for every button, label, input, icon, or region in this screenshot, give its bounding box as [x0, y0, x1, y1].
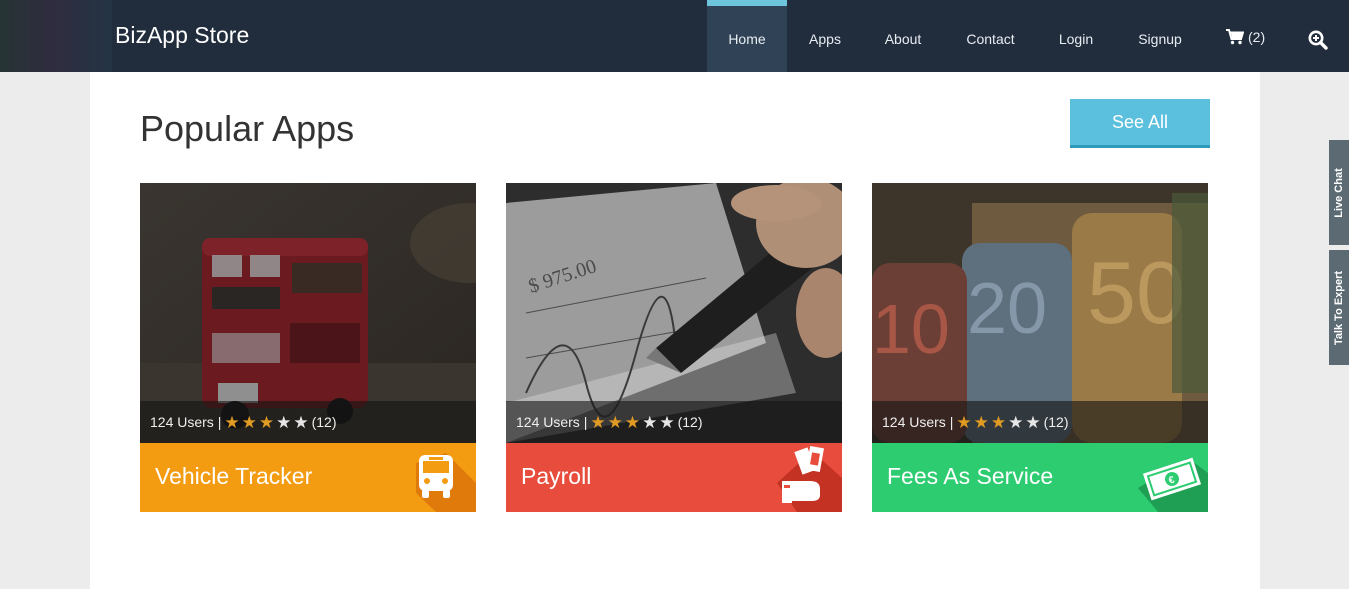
app-meta: 124 Users | ★ ★ ★ ★ ★ (12) — [140, 401, 476, 443]
app-name: Vehicle Tracker — [155, 463, 313, 489]
svg-text:50: 50 — [1087, 243, 1185, 342]
app-footer: Fees As Service € — [872, 443, 1208, 512]
star-filled-icon: ★ — [241, 412, 257, 432]
reviews-count: (12) — [677, 414, 703, 430]
app-meta: 124 Users | ★ ★ ★ ★ ★ (12) — [872, 401, 1208, 443]
page-title: Popular Apps — [140, 108, 355, 149]
app-name: Fees As Service — [887, 463, 1054, 489]
app-name: Payroll — [521, 463, 592, 489]
star-filled-icon: ★ — [990, 412, 1007, 432]
star-empty-icon: ★ — [276, 412, 292, 432]
shopping-cart-icon — [1226, 29, 1244, 45]
star-filled-icon: ★ — [973, 412, 989, 432]
banknote-icon: € — [1138, 457, 1208, 512]
talk-to-expert-tab[interactable]: Talk To Expert — [1329, 250, 1349, 365]
zoom-in-icon — [1308, 30, 1328, 50]
rating-stars: ★ ★ ★ ★ ★ — [590, 414, 674, 431]
talk-to-expert-label: Talk To Expert — [1333, 270, 1345, 345]
top-navbar: BizApp Store Home Apps About Contact Log… — [0, 0, 1349, 72]
svg-text:20: 20 — [967, 269, 1047, 349]
svg-text:10: 10 — [872, 290, 950, 368]
live-chat-label: Live Chat — [1333, 167, 1345, 218]
users-count: 124 Users | — [516, 414, 588, 430]
brand-title[interactable]: BizApp Store — [115, 22, 249, 49]
reviews-count: (12) — [311, 414, 337, 430]
app-footer: Vehicle Tracker — [140, 443, 476, 512]
rating-stars: ★ ★ ★ ★ ★ — [956, 414, 1040, 431]
star-empty-icon: ★ — [1008, 412, 1024, 432]
users-count: 124 Users | — [882, 414, 954, 430]
nav-contact[interactable]: Contact — [954, 0, 1027, 72]
star-filled-icon: ★ — [624, 412, 641, 432]
star-filled-icon: ★ — [224, 412, 240, 432]
nav-home[interactable]: Home — [707, 0, 787, 72]
see-all-button[interactable]: See All — [1070, 99, 1210, 148]
hand-with-money-icon — [777, 445, 842, 512]
cart-count: (2) — [1248, 29, 1266, 45]
nav-signup[interactable]: Signup — [1126, 0, 1194, 72]
app-card-fees-as-service[interactable]: 50 20 10 124 Users | ★ ★ ★ ★ ★ (12) Fees As … — [872, 183, 1208, 512]
star-filled-icon: ★ — [590, 412, 606, 432]
logo-image — [0, 0, 112, 72]
star-filled-icon: ★ — [258, 412, 275, 432]
users-count: 124 Users | — [150, 414, 222, 430]
star-empty-icon: ★ — [293, 412, 309, 432]
live-chat-tab[interactable]: Live Chat — [1329, 140, 1349, 245]
app-footer: Payroll — [506, 443, 842, 512]
nav-login[interactable]: Login — [1047, 0, 1105, 72]
rating-stars: ★ ★ ★ ★ ★ — [224, 414, 308, 431]
app-card-vehicle-tracker[interactable]: 124 Users | ★ ★ ★ ★ ★ (12) Vehicle Tracker — [140, 183, 476, 512]
star-filled-icon: ★ — [607, 412, 623, 432]
nav-about[interactable]: About — [872, 0, 934, 72]
content-panel: Popular Apps See All 124 Users | ★ ★ ★ ★… — [90, 72, 1260, 589]
star-filled-icon: ★ — [956, 412, 972, 432]
app-meta: 124 Users | ★ ★ ★ ★ ★ (12) — [506, 401, 842, 443]
nav-apps[interactable]: Apps — [795, 0, 855, 72]
star-empty-icon: ★ — [1025, 412, 1041, 432]
star-empty-icon: ★ — [642, 412, 658, 432]
reviews-count: (12) — [1043, 414, 1069, 430]
bus-icon — [416, 453, 476, 512]
app-card-payroll[interactable]: $ 975.00 124 Users | ★ ★ ★ ★ ★ (12) Payroll — [506, 183, 842, 512]
search-button[interactable] — [1308, 30, 1328, 55]
cart-link[interactable]: (2) — [1226, 29, 1265, 45]
star-empty-icon: ★ — [659, 412, 675, 432]
